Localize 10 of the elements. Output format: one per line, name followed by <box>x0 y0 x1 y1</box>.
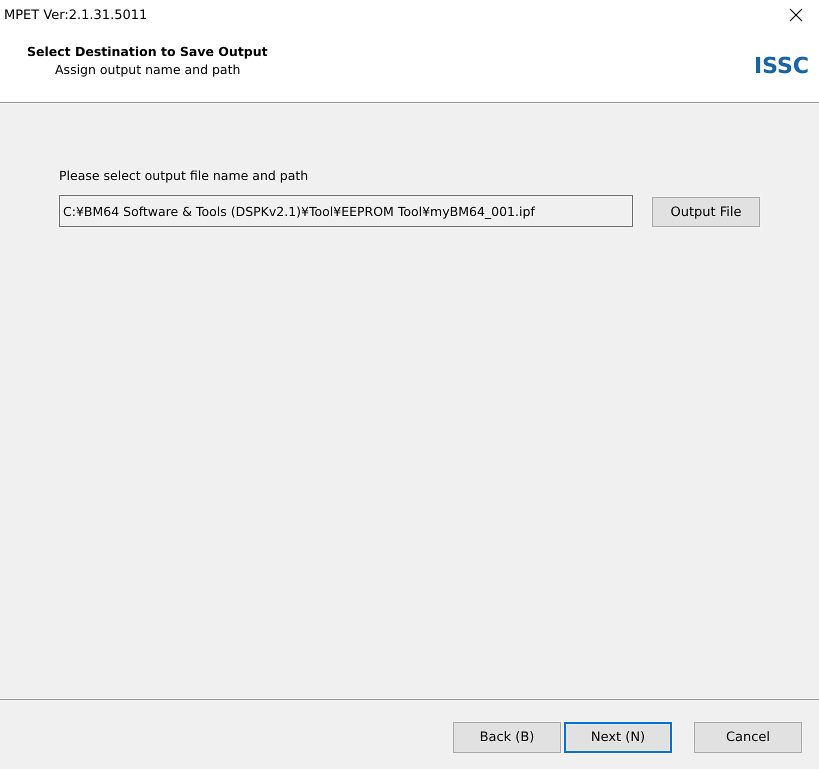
window-title: MPET Ver:2.1.31.5011 <box>4 8 148 22</box>
logo: ISSC <box>754 54 809 79</box>
field-label: Please select output file name and path <box>59 168 310 183</box>
wizard-button[interactable]: Next (N) <box>564 722 672 753</box>
output-file-button[interactable]: Output File <box>652 197 760 227</box>
path-field[interactable]: C:¥BM64 Software & Tools (DSPKv2.1)¥Tool¥EEPROM Tool¥myBM64_001.ipf <box>59 195 633 227</box>
wizard-button[interactable]: Cancel <box>694 722 802 753</box>
wizard-button[interactable]: Back (B) <box>453 722 561 753</box>
page-title: Select Destination to Save Output <box>27 44 268 59</box>
page-subtitle: Assign output name and path <box>54 62 242 77</box>
